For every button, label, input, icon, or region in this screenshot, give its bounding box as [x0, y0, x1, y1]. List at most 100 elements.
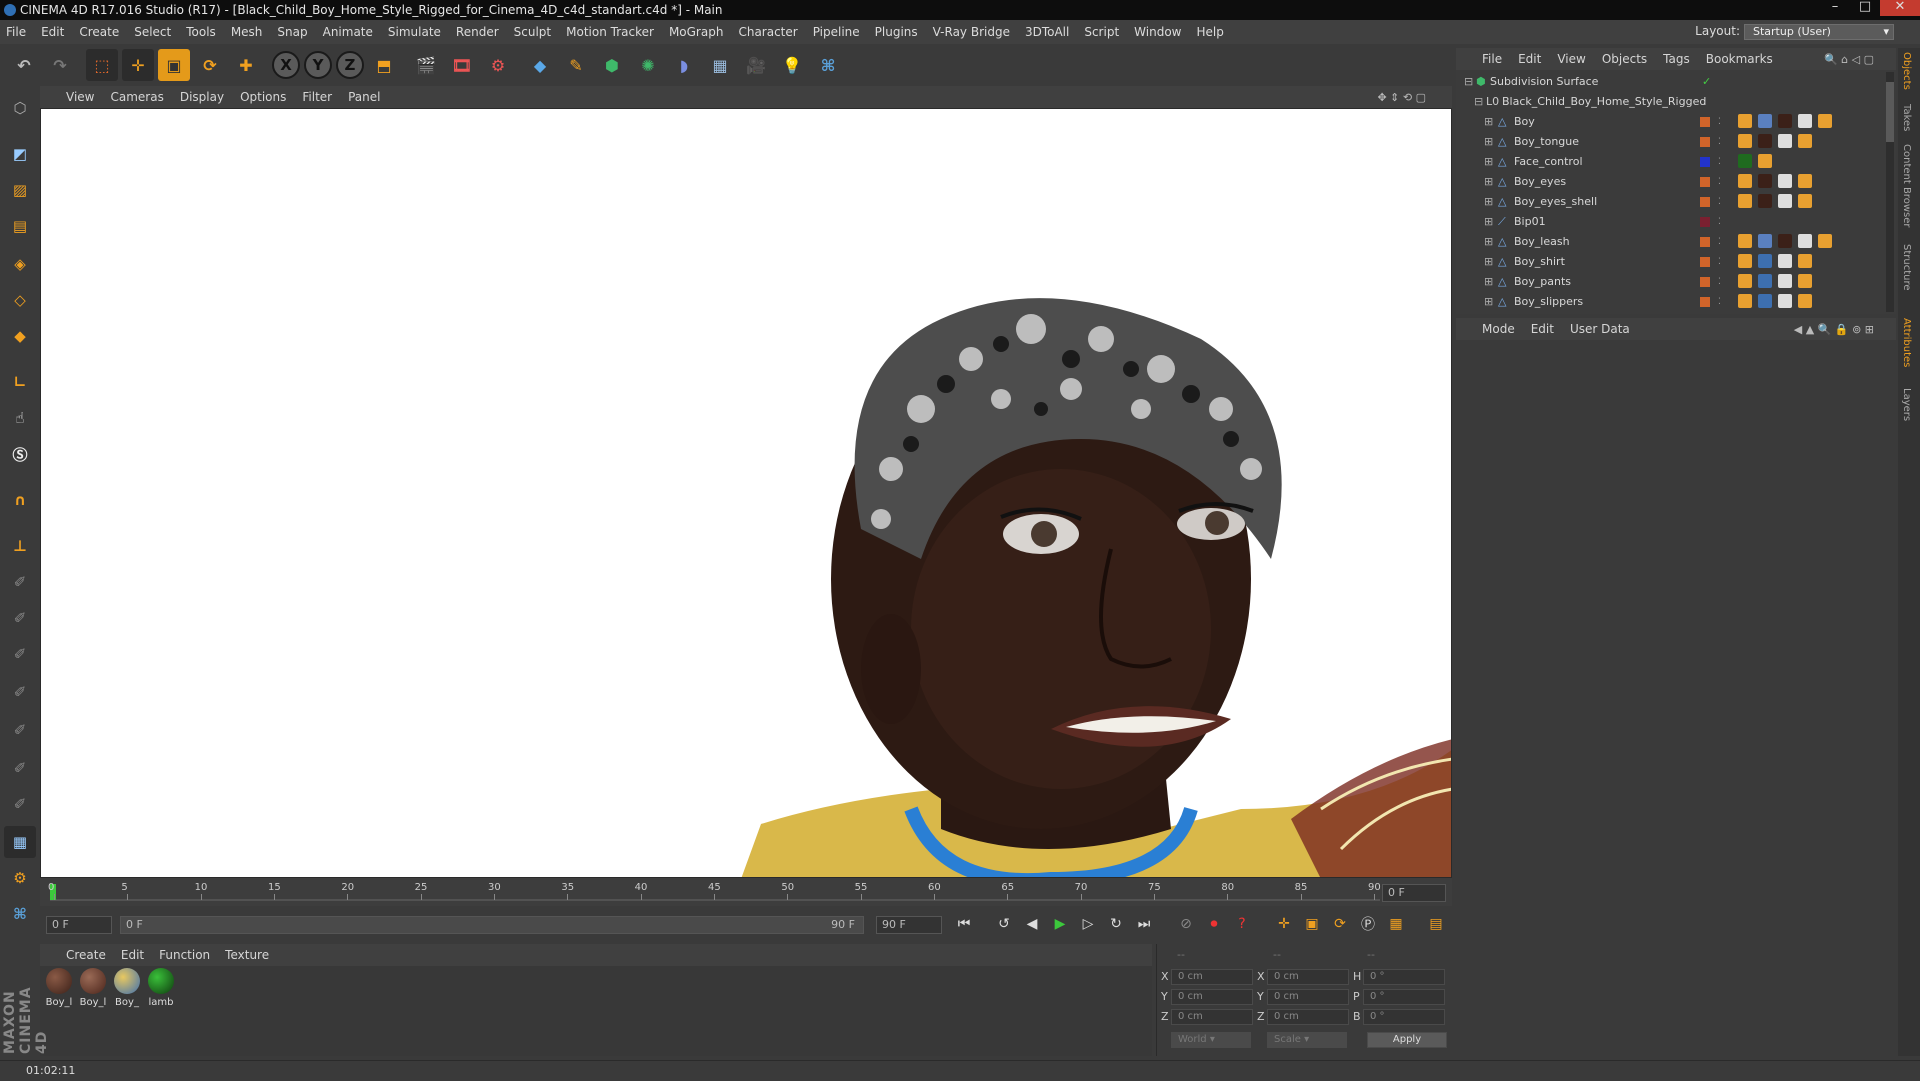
light-icon[interactable]: 💡 — [776, 49, 808, 81]
position-y-field[interactable]: 0 cm — [1171, 989, 1253, 1005]
expand-icon[interactable]: ⊞ — [1484, 252, 1493, 272]
menu-character[interactable]: Character — [738, 25, 797, 39]
menu-help[interactable]: Help — [1196, 25, 1223, 39]
tag-icon[interactable] — [1798, 274, 1812, 288]
expand-icon[interactable]: ⊞ — [1484, 292, 1493, 312]
collapse-icon[interactable]: ⊟ — [1464, 72, 1473, 92]
visibility-dots-icon[interactable]: ⁚ — [1718, 292, 1721, 312]
solo-mode-icon[interactable]: Ⓢ — [4, 438, 36, 470]
y-axis-lock-icon[interactable]: Y — [304, 51, 332, 79]
tweak-mode-icon[interactable]: ☝ — [4, 402, 36, 434]
menu-select[interactable]: Select — [134, 25, 171, 39]
brush-h-icon[interactable]: ✐ — [4, 752, 36, 784]
previous-frame-icon[interactable]: ◀ — [1020, 912, 1044, 936]
menu-sculpt[interactable]: Sculpt — [514, 25, 551, 39]
start-frame-field[interactable]: 0 F — [46, 916, 112, 934]
object-row[interactable]: ⊞ △ Boy_slippers ⁚ — [1456, 292, 1884, 312]
3d-viewport[interactable] — [40, 108, 1452, 878]
timeline-ruler[interactable]: 0 5 10 15 20 25 30 35 40 45 50 55 60 65 70 75 80 85 90 0 F — [40, 878, 1452, 906]
position-x-field[interactable]: 0 cm — [1171, 969, 1253, 985]
collapse-icon[interactable]: ⊟ — [1474, 92, 1483, 112]
texture-mode-icon[interactable]: ▨ — [4, 174, 36, 206]
object-menu-file[interactable]: File — [1482, 52, 1502, 66]
layer-color-swatch[interactable] — [1700, 237, 1710, 247]
position-z-field[interactable]: 0 cm — [1171, 1009, 1253, 1025]
object-row[interactable]: ⊞ △ Boy_leash ⁚ — [1456, 232, 1884, 252]
attributes-nav-icons[interactable]: ◀ ▲ 🔍 🔒 ⊚ ⊞ — [1794, 323, 1874, 336]
autokeying-icon[interactable]: ⏺ — [1202, 912, 1226, 936]
visibility-dots-icon[interactable]: ⁚ — [1718, 112, 1721, 132]
visible-check-icon[interactable]: ✓ — [1702, 72, 1711, 92]
visibility-dots-icon[interactable]: ⁚ — [1718, 172, 1721, 192]
redo-icon[interactable]: ↷ — [44, 49, 76, 81]
range-slider[interactable]: 0 F 90 F — [120, 916, 864, 934]
expand-icon[interactable]: ⊞ — [1484, 212, 1493, 232]
viewport-menu-cameras[interactable]: Cameras — [110, 90, 163, 104]
floor-environment-icon[interactable]: ▦ — [704, 49, 736, 81]
size-y-field[interactable]: 0 cm — [1267, 989, 1349, 1005]
maximize-icon[interactable]: □ — [1850, 0, 1880, 16]
brush-p-icon[interactable]: ✐ — [4, 602, 36, 634]
tag-icon[interactable] — [1758, 134, 1772, 148]
tag-icon[interactable] — [1738, 274, 1752, 288]
tag-icon[interactable] — [1818, 234, 1832, 248]
object-row[interactable]: ⊟ L0 Black_Child_Boy_Home_Style_Rigged — [1456, 92, 1884, 112]
undo-icon[interactable]: ↶ — [8, 49, 40, 81]
layer-color-swatch[interactable] — [1700, 117, 1710, 127]
keyframe-selection-icon[interactable]: ? — [1230, 912, 1254, 936]
python-icon[interactable]: ⌘ — [812, 49, 844, 81]
tag-icon[interactable] — [1798, 234, 1812, 248]
menu-create[interactable]: Create — [79, 25, 119, 39]
next-keyframe-icon[interactable]: ↻ — [1104, 912, 1128, 936]
expand-icon[interactable]: ⊞ — [1484, 272, 1493, 292]
expand-icon[interactable]: ⊞ — [1484, 152, 1493, 172]
expand-icon[interactable]: ⊞ — [1484, 232, 1493, 252]
key-position-icon[interactable]: ✛ — [1272, 912, 1296, 936]
recent-tool-icon[interactable]: ✚ — [230, 49, 262, 81]
menu-pipeline[interactable]: Pipeline — [813, 25, 860, 39]
key-scale-icon[interactable]: ▣ — [1300, 912, 1324, 936]
play-icon[interactable]: ▶ — [1048, 912, 1072, 936]
material-menu-edit[interactable]: Edit — [121, 948, 144, 962]
layer-color-swatch[interactable] — [1700, 217, 1710, 227]
menu-vray-bridge[interactable]: V-Ray Bridge — [933, 25, 1010, 39]
apply-button[interactable]: Apply — [1367, 1032, 1447, 1048]
edges-mode-icon[interactable]: ◇ — [4, 284, 36, 316]
visibility-dots-icon[interactable]: ⁚ — [1718, 132, 1721, 152]
object-row[interactable]: ⊞ △ Boy_eyes ⁚ — [1456, 172, 1884, 192]
menu-edit[interactable]: Edit — [41, 25, 64, 39]
object-row[interactable]: ⊞ △ Boy_pants ⁚ — [1456, 272, 1884, 292]
rotation-h-field[interactable]: 0 ° — [1363, 969, 1445, 985]
z-axis-lock-icon[interactable]: Z — [336, 51, 364, 79]
viewport-menu-panel[interactable]: Panel — [348, 90, 380, 104]
menu-snap[interactable]: Snap — [277, 25, 307, 39]
menu-animate[interactable]: Animate — [323, 25, 373, 39]
visibility-dots-icon[interactable]: ⁚ — [1718, 152, 1721, 172]
move-tool-icon[interactable]: ✛ — [122, 49, 154, 81]
object-menu-tags[interactable]: Tags — [1663, 52, 1690, 66]
snap-icon[interactable]: ∩ — [4, 484, 36, 516]
menu-file[interactable]: File — [6, 25, 26, 39]
viewport-menu-display[interactable]: Display — [180, 90, 224, 104]
workplane-lock-icon[interactable]: ⊥ — [4, 530, 36, 562]
live-selection-icon[interactable]: ⬚ — [86, 49, 118, 81]
material-item[interactable]: Boy_ — [112, 966, 142, 1008]
tag-icon[interactable] — [1738, 114, 1752, 128]
tab-layers[interactable]: Layers — [1901, 388, 1912, 421]
tag-icon[interactable] — [1798, 134, 1812, 148]
tab-objects[interactable]: Objects — [1901, 52, 1912, 90]
coordinate-system-icon[interactable]: ⬒ — [368, 49, 400, 81]
menu-simulate[interactable]: Simulate — [388, 25, 441, 39]
scrollbar-thumb[interactable] — [1886, 82, 1894, 142]
layer-color-swatch[interactable] — [1700, 137, 1710, 147]
subdivision-surface-icon[interactable]: ⬢ — [596, 49, 628, 81]
go-to-start-icon[interactable]: ⏮ — [952, 912, 976, 936]
tag-icon[interactable] — [1798, 174, 1812, 188]
end-frame-field[interactable]: 90 F — [876, 916, 942, 934]
material-item[interactable]: Boy_l — [78, 966, 108, 1008]
tag-icon[interactable] — [1778, 114, 1792, 128]
key-point-level-icon[interactable]: ▦ — [1384, 912, 1408, 936]
object-menu-objects[interactable]: Objects — [1602, 52, 1647, 66]
size-mode-dropdown[interactable]: Scale ▾ — [1267, 1032, 1347, 1048]
tag-icon[interactable] — [1758, 174, 1772, 188]
